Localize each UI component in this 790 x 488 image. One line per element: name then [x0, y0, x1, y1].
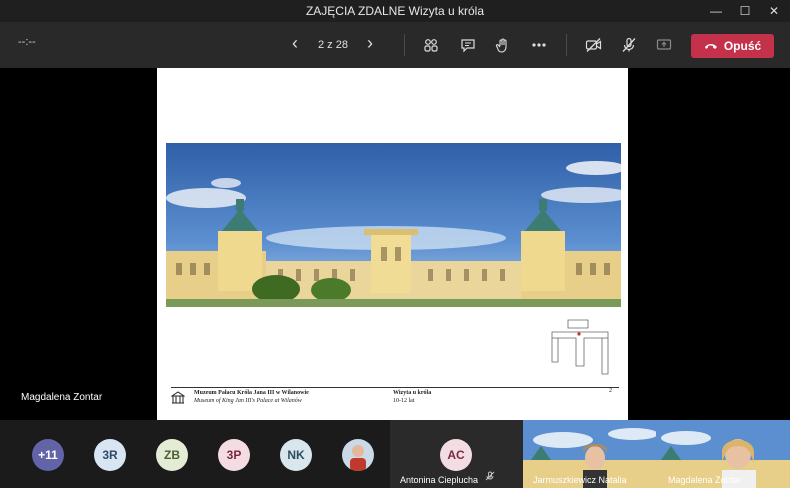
overflow-count: +11 — [38, 448, 58, 462]
participant-avatar[interactable]: 3R — [94, 439, 126, 471]
more-options-icon[interactable] — [528, 34, 550, 56]
participant-initials: 3R — [102, 448, 118, 462]
share-screen-icon[interactable] — [653, 34, 675, 56]
toolbar-divider — [566, 34, 567, 56]
footer-museum-en: Museum of King Jan III's Palace at Wilan… — [194, 398, 302, 404]
next-slide-icon[interactable]: › — [367, 34, 373, 52]
participant-initials: 3P — [226, 448, 242, 462]
participant-name: Jarmuszkiewicz Natalia — [533, 475, 627, 485]
meeting-timer: --:-- — [18, 36, 36, 48]
previous-slide-icon[interactable]: ‹ — [292, 34, 298, 52]
leave-button-label: Opuść — [723, 39, 762, 53]
maximize-icon[interactable]: ☐ — [730, 0, 760, 22]
participant-initials: AC — [447, 448, 465, 462]
museum-logo-icon — [170, 390, 186, 404]
meeting-toolbar: --:-- ‹ 2 z 28 › Opuść — [0, 22, 790, 68]
slide-footer-divider — [171, 387, 619, 388]
participant-initials: ZB — [164, 448, 180, 462]
microphone-muted-icon[interactable] — [618, 34, 640, 56]
participant-avatar: AC — [440, 439, 472, 471]
title-bar: ZAJĘCIA ZDALNE Wizyta u króla — [0, 0, 790, 22]
participants-icon[interactable] — [420, 34, 442, 56]
floor-plan-icon — [550, 318, 612, 376]
presenter-name: Magdalena Zontar — [21, 392, 103, 403]
overflow-participants-badge[interactable]: +11 — [32, 439, 64, 471]
participant-name: Magdalena Zontar — [668, 475, 742, 485]
chat-icon[interactable] — [457, 34, 479, 56]
microphone-muted-icon — [485, 468, 495, 486]
footer-age-group: 10-12 lat — [393, 398, 415, 404]
camera-off-icon[interactable] — [583, 34, 605, 56]
slide-page-indicator: 2 z 28 — [318, 39, 348, 51]
palace-photo — [166, 143, 621, 307]
phone-hangup-icon — [704, 44, 717, 49]
leave-button[interactable]: Opuść — [691, 34, 774, 58]
close-icon[interactable]: ✕ — [759, 0, 789, 22]
participant-avatar[interactable]: ZB — [156, 439, 188, 471]
raise-hand-icon[interactable] — [492, 34, 514, 56]
footer-slide-title: Wizyta u króla — [393, 390, 432, 396]
participant-avatar[interactable]: NK — [280, 439, 312, 471]
window-title: ZAJĘCIA ZDALNE Wizyta u króla — [305, 4, 485, 18]
presentation-slide: Muzeum Pałacu Króla Jana III w Wilanowie… — [157, 68, 628, 420]
toolbar-divider — [404, 34, 405, 56]
slide-page-number: 2 — [609, 388, 612, 394]
participant-avatar[interactable]: 3P — [218, 439, 250, 471]
participant-video-tile[interactable]: Jarmuszkiewicz Natalia — [523, 420, 656, 488]
participant-video-tile[interactable]: Magdalena Zontar — [656, 420, 790, 488]
participant-name: Antonina Cieplucha — [400, 475, 479, 485]
participant-tile[interactable]: AC Antonina Cieplucha — [390, 420, 523, 488]
minimize-icon[interactable]: — — [701, 0, 731, 22]
participant-photo-avatar[interactable] — [342, 439, 374, 471]
participant-initials: NK — [287, 448, 305, 462]
footer-museum-pl: Muzeum Pałacu Króla Jana III w Wilanowie — [194, 390, 309, 396]
